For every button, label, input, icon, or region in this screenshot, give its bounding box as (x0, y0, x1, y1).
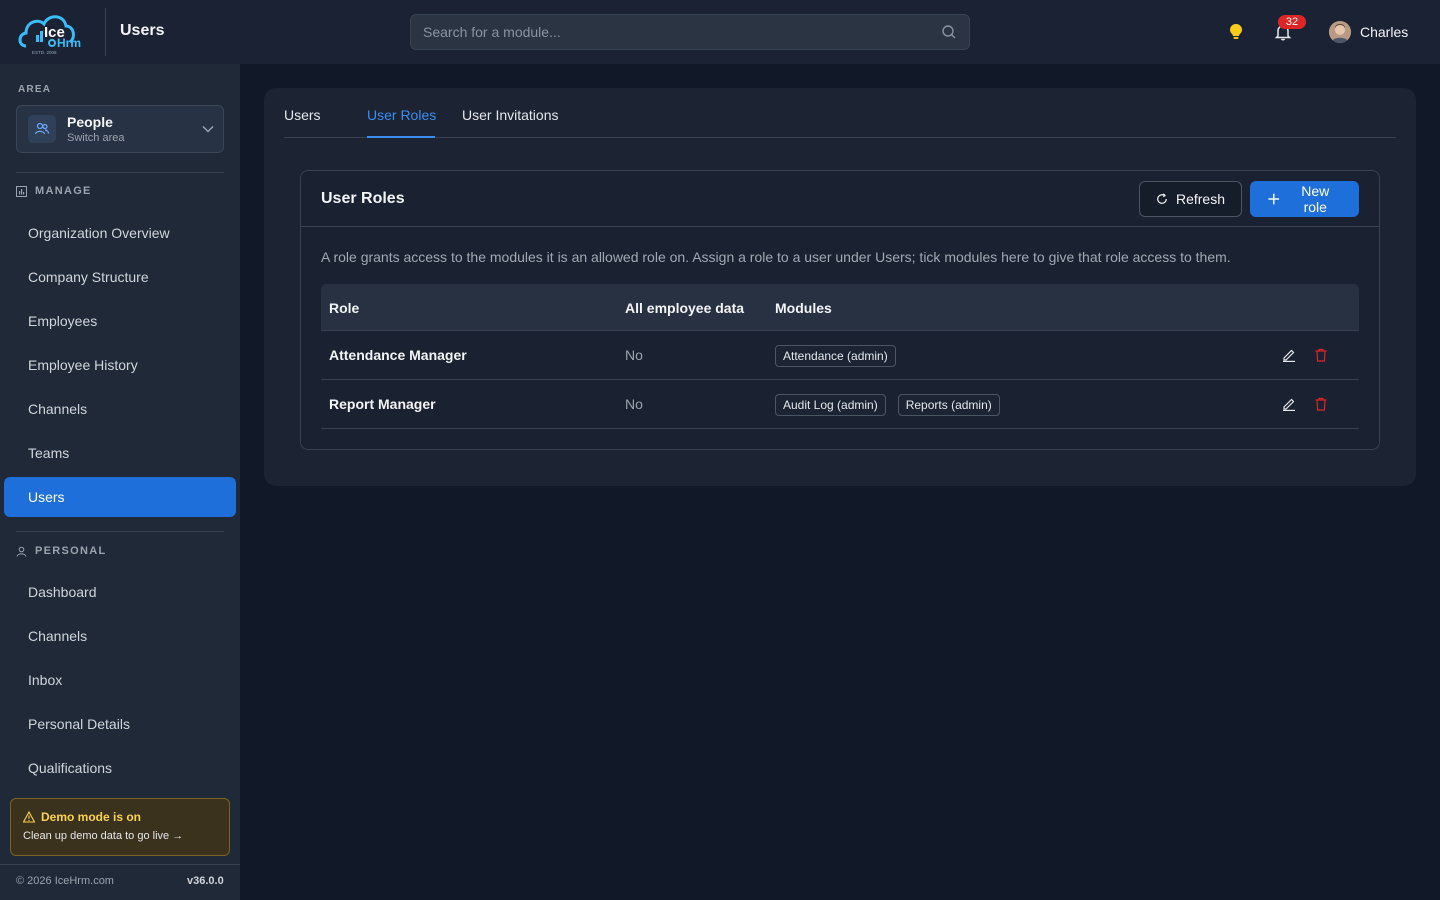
edit-icon[interactable] (1282, 348, 1296, 362)
manage-section-label: MANAGE (16, 185, 92, 197)
module-tag: Attendance (admin) (775, 345, 896, 367)
table-row: Attendance Manager No Attendance (admin) (321, 331, 1359, 380)
area-title: People (67, 114, 113, 130)
header-divider (105, 8, 106, 56)
sidebar-item-employees[interactable]: Employees (4, 301, 236, 341)
roles-table: Role All employee data Modules Attendanc… (321, 284, 1359, 429)
sidebar-item-dashboard[interactable]: Dashboard (4, 572, 236, 612)
main-card: Users User Roles User Invitations User R… (264, 88, 1416, 486)
area-subtitle: Switch area (67, 132, 125, 144)
manage-icon (16, 185, 27, 197)
search-input[interactable] (423, 24, 941, 40)
personal-label: PERSONAL (35, 545, 107, 557)
all-employee-data-cell: No (625, 396, 643, 412)
sidebar-item-inbox[interactable]: Inbox (4, 660, 236, 700)
sidebar-item-employee-history[interactable]: Employee History (4, 345, 236, 385)
icehrm-logo[interactable]: Ice Hrm ESTD. 2008 (16, 8, 88, 56)
refresh-button-label: Refresh (1175, 191, 1225, 207)
chevron-down-icon (202, 125, 214, 133)
page-title: Users (120, 22, 165, 39)
demo-mode-title-text: Demo mode is on (41, 810, 142, 824)
module-search[interactable] (410, 14, 970, 50)
warning-icon (23, 811, 35, 823)
search-icon[interactable] (941, 24, 957, 40)
sidebar-item-teams[interactable]: Teams (4, 433, 236, 473)
panel-title: User Roles (321, 190, 405, 207)
sidebar-item-channels[interactable]: Channels (4, 389, 236, 429)
column-header-modules[interactable]: Modules (775, 300, 832, 316)
sidebar-footer-divider (0, 864, 240, 865)
tab-users[interactable]: Users (284, 107, 321, 123)
person-icon (16, 546, 27, 557)
new-role-button-label: New role (1301, 183, 1330, 215)
sidebar-item-personal-details[interactable]: Personal Details (4, 704, 236, 744)
notification-count-badge: 32 (1278, 15, 1306, 29)
role-name-cell: Attendance Manager (329, 347, 467, 363)
all-employee-data-cell: No (625, 347, 643, 363)
panel-header: User Roles Refresh New role (301, 171, 1379, 227)
logo-tagline: ESTD. 2008 (32, 50, 57, 55)
plus-icon (1268, 193, 1280, 205)
tab-bar: Users User Roles User Invitations (284, 88, 1396, 138)
role-name-cell: Report Manager (329, 396, 436, 412)
version-label: v36.0.0 (187, 875, 224, 887)
delete-icon[interactable] (1314, 348, 1328, 362)
demo-mode-banner[interactable]: Demo mode is on Clean up demo data to go… (10, 798, 230, 856)
area-label: AREA (18, 84, 52, 95)
tab-user-invitations[interactable]: User Invitations (462, 107, 558, 123)
refresh-icon (1157, 193, 1167, 204)
sidebar-divider (16, 531, 224, 532)
table-header: Role All employee data Modules (321, 284, 1359, 331)
demo-mode-title: Demo mode is on (23, 810, 217, 824)
sidebar-divider (16, 172, 224, 173)
sidebar-item-personal-channels[interactable]: Channels (4, 616, 236, 656)
sidebar: AREA People Switch area MANAGE Organizat… (0, 64, 240, 900)
sidebar-item-qualifications[interactable]: Qualifications (4, 748, 236, 788)
modules-cell: Attendance (admin) (775, 345, 896, 367)
lightbulb-icon[interactable] (1226, 22, 1246, 42)
user-roles-panel: User Roles Refresh New role A role grant… (300, 170, 1380, 450)
sidebar-item-company-structure[interactable]: Company Structure (4, 257, 236, 297)
refresh-button[interactable]: Refresh (1139, 181, 1242, 217)
column-header-role[interactable]: Role (329, 300, 359, 316)
demo-cleanup-link[interactable]: Clean up demo data to go live → (23, 830, 217, 842)
logo-text-hrm: Hrm (57, 36, 81, 50)
copyright: © 2026 IceHrm.com (16, 875, 114, 887)
module-tag: Audit Log (admin) (775, 394, 886, 416)
personal-section-label: PERSONAL (16, 545, 107, 557)
user-avatar[interactable] (1329, 21, 1351, 43)
tab-user-roles[interactable]: User Roles (367, 107, 436, 123)
new-role-button[interactable]: New role (1250, 181, 1359, 217)
table-row: Report Manager No Audit Log (admin) Repo… (321, 380, 1359, 429)
modules-cell: Audit Log (admin) Reports (admin) (775, 394, 1000, 416)
manage-label: MANAGE (35, 185, 92, 197)
active-tab-indicator (367, 136, 435, 138)
sidebar-item-organization-overview[interactable]: Organization Overview (4, 213, 236, 253)
top-header: Ice Hrm ESTD. 2008 Users 32 Charles (0, 0, 1440, 64)
edit-icon[interactable] (1282, 397, 1296, 411)
panel-description: A role grants access to the modules it i… (321, 249, 1231, 265)
people-icon (28, 115, 56, 143)
user-menu-name[interactable]: Charles (1360, 24, 1408, 40)
module-tag: Reports (admin) (897, 394, 1000, 416)
area-switcher[interactable]: People Switch area (16, 105, 224, 153)
delete-icon[interactable] (1314, 397, 1328, 411)
sidebar-item-users[interactable]: Users (4, 477, 236, 517)
column-header-all-employee-data[interactable]: All employee data (625, 300, 744, 316)
